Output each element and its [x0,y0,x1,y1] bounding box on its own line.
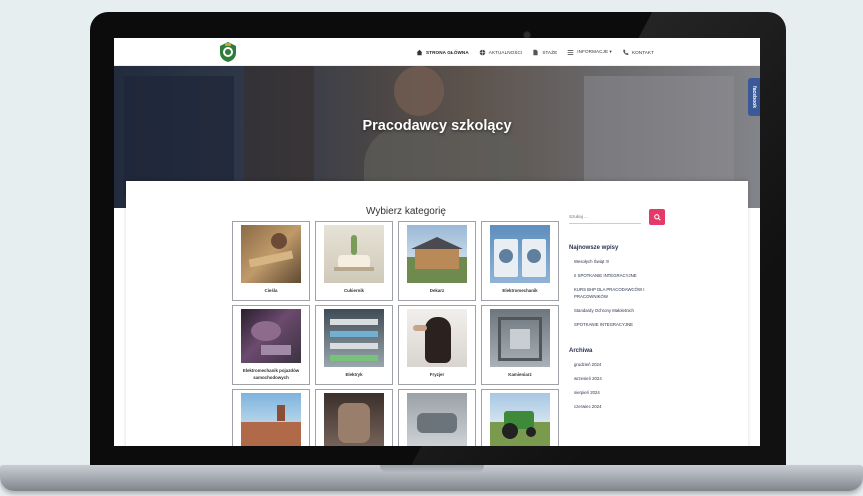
globe-icon [479,49,486,55]
stone-photo [490,309,550,367]
nav-item-label: Kontakt [631,49,654,55]
nav-item-contact[interactable]: Kontakt [622,49,654,56]
category-card-carpenter[interactable]: Cieśla [232,221,310,301]
category-card-hairdresser[interactable]: Fryzjer [398,305,476,385]
nav-item-label: Aktualności [488,49,523,55]
nav-item-info[interactable]: Informacje ▾ [567,49,612,56]
nav-item-label: Informacje ▾ [577,49,612,54]
recent-post-link[interactable]: KURS BHP DLA PRACODAWCÓW I PRACOWNIKÓW [574,286,664,300]
file-icon [533,49,538,55]
search-icon [653,213,661,221]
list-icon [567,49,574,55]
navbar: Strona główna Aktualności Staże Informac… [114,38,760,66]
roof-photo [241,393,301,446]
facebook-tab[interactable]: facebook [748,78,760,116]
site-logo[interactable] [218,41,238,63]
hero-title: Pracodawcy szkolący [362,118,512,134]
base-notch [380,465,484,473]
cake-photo [324,225,384,283]
section-title: Wybierz kategorię [366,206,446,217]
category-label: Cukiernik [343,288,364,293]
category-card-vehicle-electromechanic[interactable]: Elektromechanik pojazdów samochodowych [232,305,310,385]
car-parts-photo [241,309,301,363]
category-label: Elektromechanik pojazdów samochodowych [242,368,300,380]
nav-item-internships[interactable]: Staże [532,49,557,56]
home-icon [416,49,423,55]
recent-post-link[interactable]: II SPOTKANIE INTEGRACYJNE [574,272,664,279]
category-card-10[interactable] [315,389,393,446]
main-menu: Strona główna Aktualności Staże Informac… [416,38,654,66]
carpentry-photo [241,225,301,283]
search-button[interactable] [649,209,665,225]
category-label: Fryzjer [429,372,445,377]
category-card-9[interactable] [232,389,310,446]
category-card-stonemason[interactable]: Kamieniarz [481,305,559,385]
washing-machines-photo [490,225,550,283]
sidebar: Najnowsze wpisy Wesołych Świąt !!! II SP… [569,209,739,410]
category-grid: Cieśla Cukiernik Dekarz Elektromechanik … [232,221,559,446]
tattoo-photo [324,393,384,446]
search-input[interactable] [569,210,641,224]
laptop-base [0,465,863,491]
tractor-photo [490,393,550,446]
hair-photo [407,309,467,367]
phone-icon [623,49,629,55]
search-form [569,209,739,225]
archive-link[interactable]: grudzień 2024 [574,361,664,368]
archive-list: grudzień 2024 wrzesień 2024 sierpień 202… [569,361,739,410]
nav-item-label: Strona główna [426,49,469,55]
category-card-electrician[interactable]: Elektryk [315,305,393,385]
recent-post-link[interactable]: Wesołych Świąt !!! [574,258,664,265]
recent-post-link[interactable]: Standardy Ochrony Małoletnich [574,307,664,314]
category-card-confectioner[interactable]: Cukiernik [315,221,393,301]
website-screen: Pracodawcy szkolący Strona główna Aktual… [114,38,760,446]
facebook-tab-label: facebook [751,86,757,108]
recent-posts-list: Wesołych Świąt !!! II SPOTKANIE INTEGRAC… [569,258,739,328]
content-panel: Wybierz kategorię Cieśla Cukiernik Dekar… [126,181,748,446]
category-card-roofer[interactable]: Dekarz [398,221,476,301]
nav-item-home[interactable]: Strona główna [416,49,469,56]
category-label: Elektryk [345,372,363,377]
archive-link[interactable]: wrzesień 2024 [574,375,664,382]
archive-link[interactable]: sierpień 2024 [574,389,664,396]
category-card-11[interactable] [398,389,476,446]
nav-item-news[interactable]: Aktualności [479,49,523,56]
metal-photo [407,393,467,446]
nav-item-label: Staże [542,49,558,55]
category-label: Elektromechanik [502,288,538,293]
recent-post-link[interactable]: SPOTKANIE INTEGRACYJNE [574,321,664,328]
category-label: Kamieniarz [508,372,532,377]
archive-link[interactable]: czerwiec 2024 [574,403,664,410]
archive-title: Archiwa [569,348,593,354]
category-card-electromechanic[interactable]: Elektromechanik [481,221,559,301]
house-photo [407,225,467,283]
category-card-12[interactable] [481,389,559,446]
category-label: Cieśla [264,288,278,293]
category-label: Dekarz [429,288,445,293]
electrical-panel-photo [324,309,384,367]
recent-posts-title: Najnowsze wpisy [569,245,619,251]
